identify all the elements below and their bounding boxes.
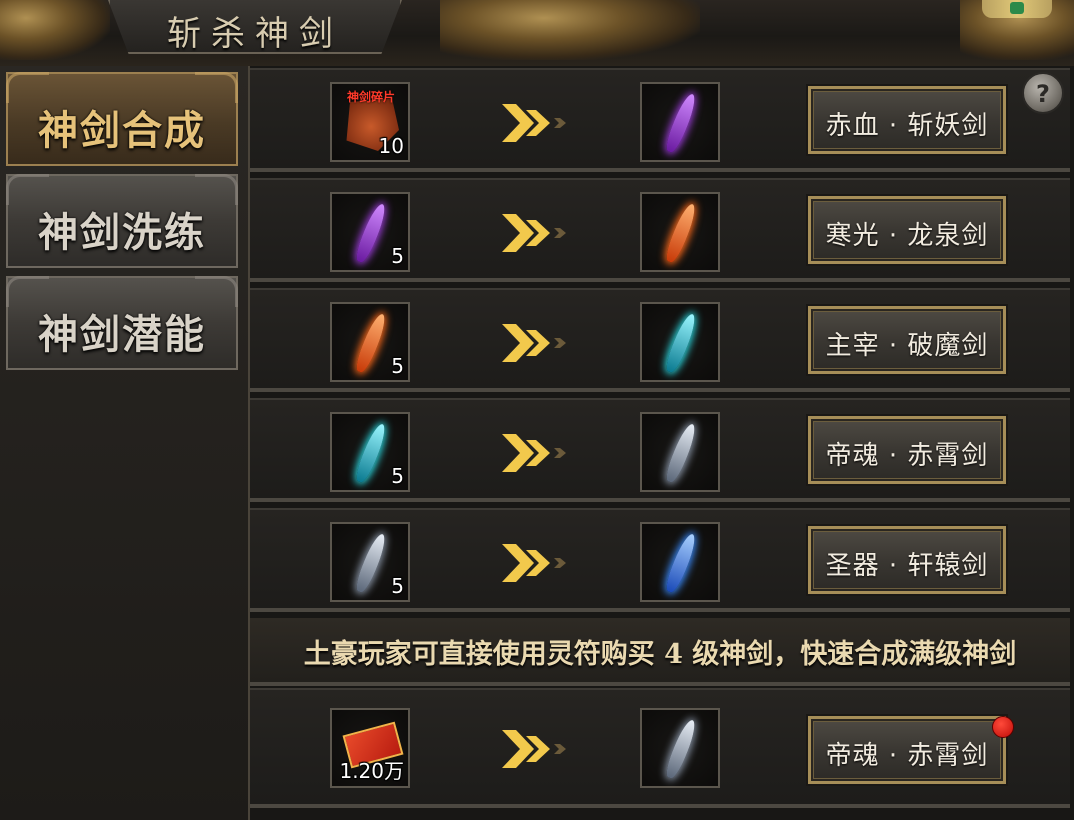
- window-title: 斩杀神剑: [167, 14, 343, 54]
- tab-sword-potential[interactable]: 神剑潜能: [6, 276, 238, 370]
- source-item-slot[interactable]: 5: [330, 192, 410, 272]
- synthesize-button-label: 帝魂 · 赤霄剑: [825, 441, 989, 471]
- double-chevron-right-icon: [502, 434, 566, 472]
- source-item-slot[interactable]: 5: [330, 522, 410, 602]
- purple-sword-icon: [352, 201, 390, 265]
- tab-sword-refine[interactable]: 神剑洗练: [6, 174, 238, 268]
- jade-ornament-icon: [982, 0, 1052, 18]
- synthesize-button[interactable]: 帝魂 · 赤霄剑: [806, 414, 1008, 486]
- item-count: 5: [391, 244, 404, 268]
- source-item-slot[interactable]: 1.20万: [330, 708, 410, 788]
- synthesize-button-label: 寒光 · 龙泉剑: [825, 221, 989, 251]
- double-chevron-right-icon: [502, 324, 566, 362]
- promo-text: 土豪玩家可直接使用灵符购买 4 级神剑，快速合成满级神剑: [303, 639, 1017, 670]
- cyan-sword-icon: [352, 421, 390, 485]
- double-chevron-right-icon: [502, 730, 566, 768]
- item-count: 10: [378, 134, 404, 158]
- synthesize-button[interactable]: 寒光 · 龙泉剑: [806, 194, 1008, 266]
- item-count: 5: [391, 354, 404, 378]
- synthesis-row: 5 主宰 · 破魔剑: [250, 288, 1070, 392]
- orange-sword-icon: [662, 201, 700, 265]
- synthesis-row: 5 帝魂 · 赤霄剑: [250, 398, 1070, 502]
- synthesize-button[interactable]: 主宰 · 破魔剑: [806, 304, 1008, 376]
- sidebar: 神剑合成 神剑洗练 神剑潜能: [0, 66, 250, 820]
- fragment-label: 神剑碎片: [346, 90, 395, 104]
- synthesis-panel: ? 神剑碎片 10 赤血 · 斩妖剑 5 寒光 · 龙泉剑 5 主宰 · 破魔剑…: [250, 66, 1074, 820]
- target-item-slot[interactable]: [640, 708, 720, 788]
- synthesize-button[interactable]: 圣器 · 轩辕剑: [806, 524, 1008, 596]
- source-item-slot[interactable]: 神剑碎片 10: [330, 82, 410, 162]
- double-chevron-right-icon: [502, 104, 566, 142]
- question-mark-icon: ?: [1036, 80, 1050, 108]
- title-plate: 斩杀神剑: [108, 0, 402, 54]
- title-bar: 斩杀神剑: [0, 0, 1074, 68]
- double-chevron-right-icon: [502, 214, 566, 252]
- tab-label: 神剑潜能: [38, 311, 206, 358]
- notification-dot: [992, 716, 1014, 738]
- silver-sword-icon: [352, 531, 390, 595]
- target-item-slot[interactable]: [640, 192, 720, 272]
- item-count: 5: [391, 574, 404, 598]
- blue-sword-icon: [662, 531, 700, 595]
- purchase-row: 1.20万 帝魂 · 赤霄剑: [250, 688, 1070, 808]
- tab-sword-synthesis[interactable]: 神剑合成: [6, 72, 238, 166]
- synthesize-button-label: 圣器 · 轩辕剑: [825, 551, 989, 581]
- synthesis-row: 5 寒光 · 龙泉剑: [250, 178, 1070, 282]
- help-button[interactable]: ?: [1022, 72, 1064, 114]
- dragon-ornament-left: [0, 0, 110, 60]
- dragon-ornament-center: [440, 0, 700, 60]
- silver-sword-icon: [662, 717, 700, 781]
- synthesis-row: 5 圣器 · 轩辕剑: [250, 508, 1070, 612]
- silver-sword-icon: [662, 421, 700, 485]
- purchase-button[interactable]: 帝魂 · 赤霄剑: [806, 714, 1008, 786]
- source-item-slot[interactable]: 5: [330, 412, 410, 492]
- cyan-sword-icon: [662, 311, 700, 375]
- target-item-slot[interactable]: [640, 302, 720, 382]
- tab-label: 神剑合成: [38, 107, 206, 154]
- synthesize-button-label: 赤血 · 斩妖剑: [825, 111, 989, 141]
- purchase-button-label: 帝魂 · 赤霄剑: [825, 741, 989, 771]
- source-item-slot[interactable]: 5: [330, 302, 410, 382]
- synthesis-row: 神剑碎片 10 赤血 · 斩妖剑: [250, 68, 1070, 172]
- currency-cost: 1.20万: [339, 759, 404, 783]
- item-count: 5: [391, 464, 404, 488]
- promo-banner: 土豪玩家可直接使用灵符购买 4 级神剑，快速合成满级神剑: [250, 618, 1070, 686]
- double-chevron-right-icon: [502, 544, 566, 582]
- target-item-slot[interactable]: [640, 412, 720, 492]
- target-item-slot[interactable]: [640, 522, 720, 602]
- synthesize-button[interactable]: 赤血 · 斩妖剑: [806, 84, 1008, 156]
- synthesize-button-label: 主宰 · 破魔剑: [825, 331, 989, 361]
- tab-label: 神剑洗练: [38, 209, 206, 256]
- target-item-slot[interactable]: [640, 82, 720, 162]
- orange-sword-icon: [352, 311, 390, 375]
- purple-sword-icon: [662, 91, 700, 155]
